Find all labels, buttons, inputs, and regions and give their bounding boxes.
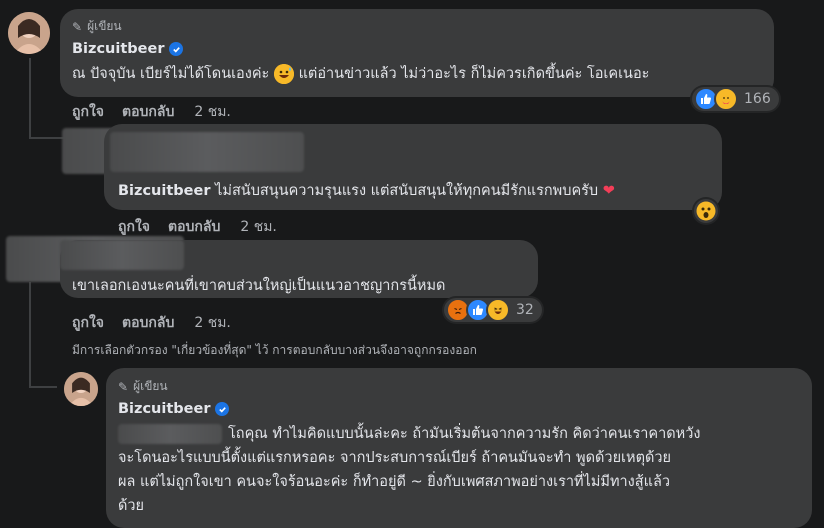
- comment-text: เขาเลอกเองนะคนที่เขาคบส่วนใหญ่เป็นแนวอาช…: [72, 278, 446, 294]
- pen-icon: ✎: [118, 379, 129, 394]
- thread-line: [29, 282, 31, 387]
- comment-text-line: ด้วย: [118, 498, 145, 514]
- comment-text-line: จะโดนอะไรแบบนี้ตั้งแต่แรกหรอคะ จากประสบก…: [118, 450, 672, 466]
- redacted-author-name: [110, 132, 304, 172]
- grinning-sweat-emoji-icon: [273, 64, 294, 84]
- comment-actions: ถูกใจ ตอบกลับ 2 ชม.: [72, 312, 231, 334]
- redacted-mention: [118, 424, 222, 444]
- comment-actions: ถูกใจ ตอบกลับ 2 ชม.: [118, 216, 277, 238]
- care-icon: [714, 87, 738, 111]
- pen-icon: ✎: [72, 19, 83, 34]
- comment-author[interactable]: Bizcuitbeer: [118, 401, 230, 417]
- verified-icon: [169, 42, 184, 56]
- author-badge: ✎ ผู้เขียน: [118, 379, 168, 394]
- thread-line: [29, 58, 31, 138]
- reply-button[interactable]: ตอบกลับ: [168, 216, 220, 238]
- comment-text: ณ ปัจจุบัน เบียร์ไม่ได้โดนเองค่ะ แต่อ่าน…: [72, 64, 650, 84]
- comment-text: Bizcuitbeer ไม่สนับสนุนความรุนแรง แต่สนั…: [118, 183, 615, 199]
- reaction-summary[interactable]: 166: [692, 87, 779, 111]
- wow-icon[interactable]: [694, 199, 718, 223]
- verified-icon: [215, 402, 230, 416]
- comment-text-line: โถคุณ ทำไมคิดแบบนั้นล่ะคะ ถ้ามันเริ่มต้น…: [228, 426, 701, 442]
- like-button[interactable]: ถูกใจ: [72, 312, 104, 334]
- mentioned-author[interactable]: Bizcuitbeer: [118, 183, 210, 199]
- like-button[interactable]: ถูกใจ: [118, 216, 150, 238]
- thread-curve: [29, 386, 57, 388]
- reaction-summary[interactable]: 32: [444, 298, 542, 322]
- reply-button[interactable]: ตอบกลับ: [122, 101, 174, 123]
- like-button[interactable]: ถูกใจ: [72, 101, 104, 123]
- comment-time[interactable]: 2 ชม.: [240, 216, 277, 238]
- heart-emoji-icon: ❤: [602, 183, 615, 199]
- comment-actions: ถูกใจ ตอบกลับ 2 ชม.: [72, 101, 231, 123]
- comment-author[interactable]: Bizcuitbeer: [72, 41, 184, 57]
- author-badge: ✎ ผู้เขียน: [72, 19, 122, 34]
- haha-icon: [486, 298, 510, 322]
- avatar[interactable]: [8, 12, 50, 54]
- comment-text-line: ผล แต่ไม่ถูกใจเขา คนจะใจร้อนอะค่ะ ก็ทำอย…: [118, 474, 670, 490]
- redacted-author-name: [60, 240, 184, 270]
- comment-time[interactable]: 2 ชม.: [194, 101, 231, 123]
- comment-time[interactable]: 2 ชม.: [194, 312, 231, 334]
- filter-note[interactable]: มีการเลือกตัวกรอง "เกี่ยวข้องที่สุด" ไว้…: [72, 341, 477, 360]
- avatar[interactable]: [64, 372, 98, 406]
- reply-button[interactable]: ตอบกลับ: [122, 312, 174, 334]
